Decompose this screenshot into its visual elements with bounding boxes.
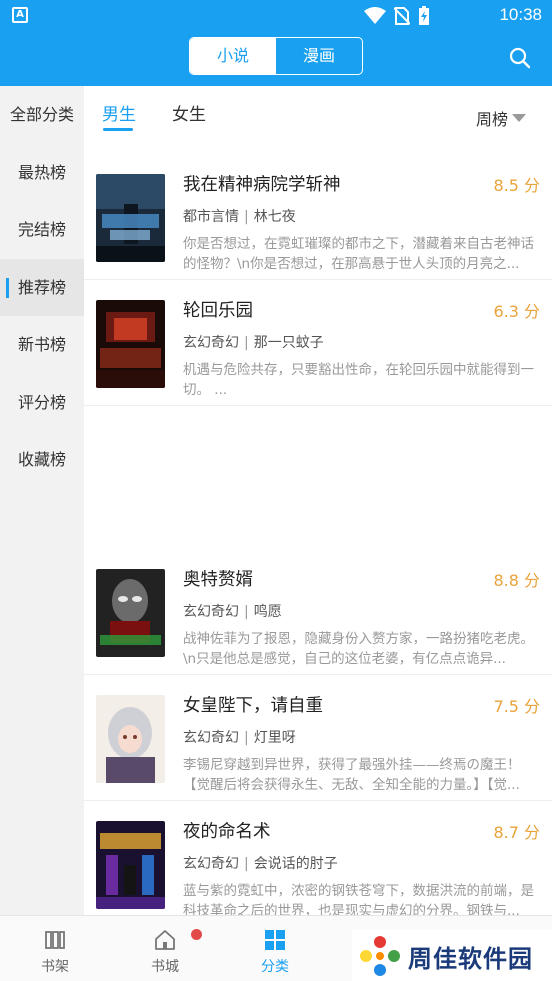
- book-meta: 玄幻奇幻 | 鸣愿: [183, 604, 282, 620]
- caret-down-icon: [512, 114, 526, 122]
- tab-male[interactable]: 男生: [102, 100, 136, 125]
- watermark-text: 周佳软件园: [408, 945, 533, 973]
- book-author: 会说话的肘子: [253, 856, 338, 872]
- category-sidebar: 全部分类 最热榜 完结榜 推荐榜 新书榜 评分榜 收藏榜: [0, 86, 84, 915]
- home-icon: [155, 930, 175, 950]
- book-meta: 玄幻奇幻 | 那一只蚊子: [183, 335, 324, 351]
- nav-label: 分类: [261, 959, 289, 975]
- book-meta: 都市言情 | 林七夜: [183, 209, 296, 225]
- book-genre: 玄幻奇幻: [183, 335, 239, 351]
- tab-female[interactable]: 女生: [172, 100, 206, 125]
- book-author: 那一只蚊子: [253, 335, 324, 351]
- tab-indicator: [103, 128, 133, 131]
- ranking-period-dropdown[interactable]: 周榜: [476, 106, 526, 130]
- book-genre: 都市言情: [183, 209, 239, 225]
- ranking-period-label: 周榜: [475, 110, 508, 129]
- sidebar-item-hot[interactable]: 最热榜: [0, 144, 84, 202]
- notification-dot: [191, 929, 202, 940]
- no-sim-icon: [394, 7, 410, 25]
- sidebar-item-all[interactable]: 全部分类: [0, 86, 84, 144]
- book-score: 8.8 分: [493, 571, 540, 590]
- tab-comic[interactable]: 漫画: [276, 38, 362, 74]
- book-score: 8.7 分: [493, 823, 540, 842]
- book-cover-image: [96, 821, 165, 909]
- book-title: 夜的命名术: [183, 822, 271, 842]
- battery-charging-icon: [419, 6, 429, 25]
- gender-tabs: 男生 女生 周榜: [84, 86, 552, 144]
- book-item[interactable]: 轮回乐园 6.3 分 玄幻奇幻 | 那一只蚊子 机遇与危险共存，只要豁出性命，在轮回…: [84, 280, 552, 406]
- book-genre: 玄幻奇幻: [183, 730, 239, 746]
- app-bar: 小说 漫画: [0, 30, 552, 86]
- book-item[interactable]: 夜的命名术 8.7 分 玄幻奇幻 | 会说话的肘子 蓝与紫的霓虹中，浓密的钢铁苍穹下…: [84, 801, 552, 927]
- book-author: 灯里呀: [253, 730, 296, 746]
- content-type-switch: 小说 漫画: [189, 37, 363, 75]
- tab-novel[interactable]: 小说: [190, 38, 276, 74]
- book-description: 你是否想过，在霓虹璀璨的都市之下，潜藏着来自古老神话的怪物？\n你是否想过，在那…: [183, 236, 534, 272]
- book-cover-image: [96, 300, 165, 388]
- book-author: 林七夜: [253, 209, 296, 225]
- book-item[interactable]: 奥特赘婿 8.8 分 玄幻奇幻 | 鸣愿 战神佐菲为了报恩，隐藏身份入赘方家，一路扮…: [84, 549, 552, 675]
- book-item[interactable]: 我在精神病院学斩神 8.5 分 都市言情 | 林七夜 你是否想过，在霓虹璀璨的都市之…: [84, 154, 552, 280]
- book-genre: 玄幻奇幻: [183, 604, 239, 620]
- book-title: 女皇陛下，请自重: [183, 696, 323, 716]
- book-cover-image: [96, 569, 165, 657]
- app-notification-icon: A: [12, 7, 28, 23]
- sidebar-item-favorites[interactable]: 收藏榜: [0, 431, 84, 489]
- sidebar-item-finished[interactable]: 完结榜: [0, 201, 84, 259]
- book-genre: 玄幻奇幻: [183, 856, 239, 872]
- book-item[interactable]: 女皇陛下，请自重 7.5 分 玄幻奇幻 | 灯里呀 李锡尼穿越到异世界，获得了最强外…: [84, 675, 552, 801]
- book-meta: 玄幻奇幻 | 会说话的肘子: [183, 856, 338, 872]
- book-description: 战神佐菲为了报恩，隐藏身份入赘方家，一路扮猪吃老虎。\n只是他总是感觉，自己的这…: [183, 631, 534, 667]
- book-score: 7.5 分: [493, 697, 540, 716]
- book-description: 李锡尼穿越到异世界，获得了最强外挂——终焉の魔王！【觉醒后将会获得永生、无敌、全…: [183, 757, 521, 793]
- site-watermark: 周佳软件园: [352, 930, 552, 981]
- book-cover-image: [96, 174, 165, 262]
- clock: 10:38: [499, 5, 542, 24]
- category-grid-icon: [265, 930, 285, 950]
- nav-label: 书架: [41, 959, 69, 975]
- sidebar-item-recommend[interactable]: 推荐榜: [0, 258, 84, 316]
- bookshelf-icon: [45, 931, 65, 949]
- book-title: 我在精神病院学斩神: [183, 175, 341, 195]
- sidebar-item-new[interactable]: 新书榜: [0, 316, 84, 374]
- book-cover-image: [96, 695, 165, 783]
- search-icon[interactable]: [508, 46, 532, 70]
- status-bar: A 10:38: [0, 0, 552, 30]
- book-author: 鸣愿: [253, 604, 282, 620]
- book-description: 机遇与危险共存，只要豁出性命，在轮回乐园中就能得到一切。 ...: [183, 362, 534, 398]
- sidebar-item-rating[interactable]: 评分榜: [0, 374, 84, 432]
- nav-label: 书城: [151, 959, 179, 975]
- book-score: 8.5 分: [493, 176, 540, 195]
- book-score: 6.3 分: [493, 302, 540, 321]
- book-title: 轮回乐园: [183, 301, 253, 321]
- watermark-logo-icon: [360, 936, 400, 976]
- wifi-icon: [364, 7, 386, 24]
- book-meta: 玄幻奇幻 | 灯里呀: [183, 730, 296, 746]
- book-title: 奥特赘婿: [183, 570, 253, 590]
